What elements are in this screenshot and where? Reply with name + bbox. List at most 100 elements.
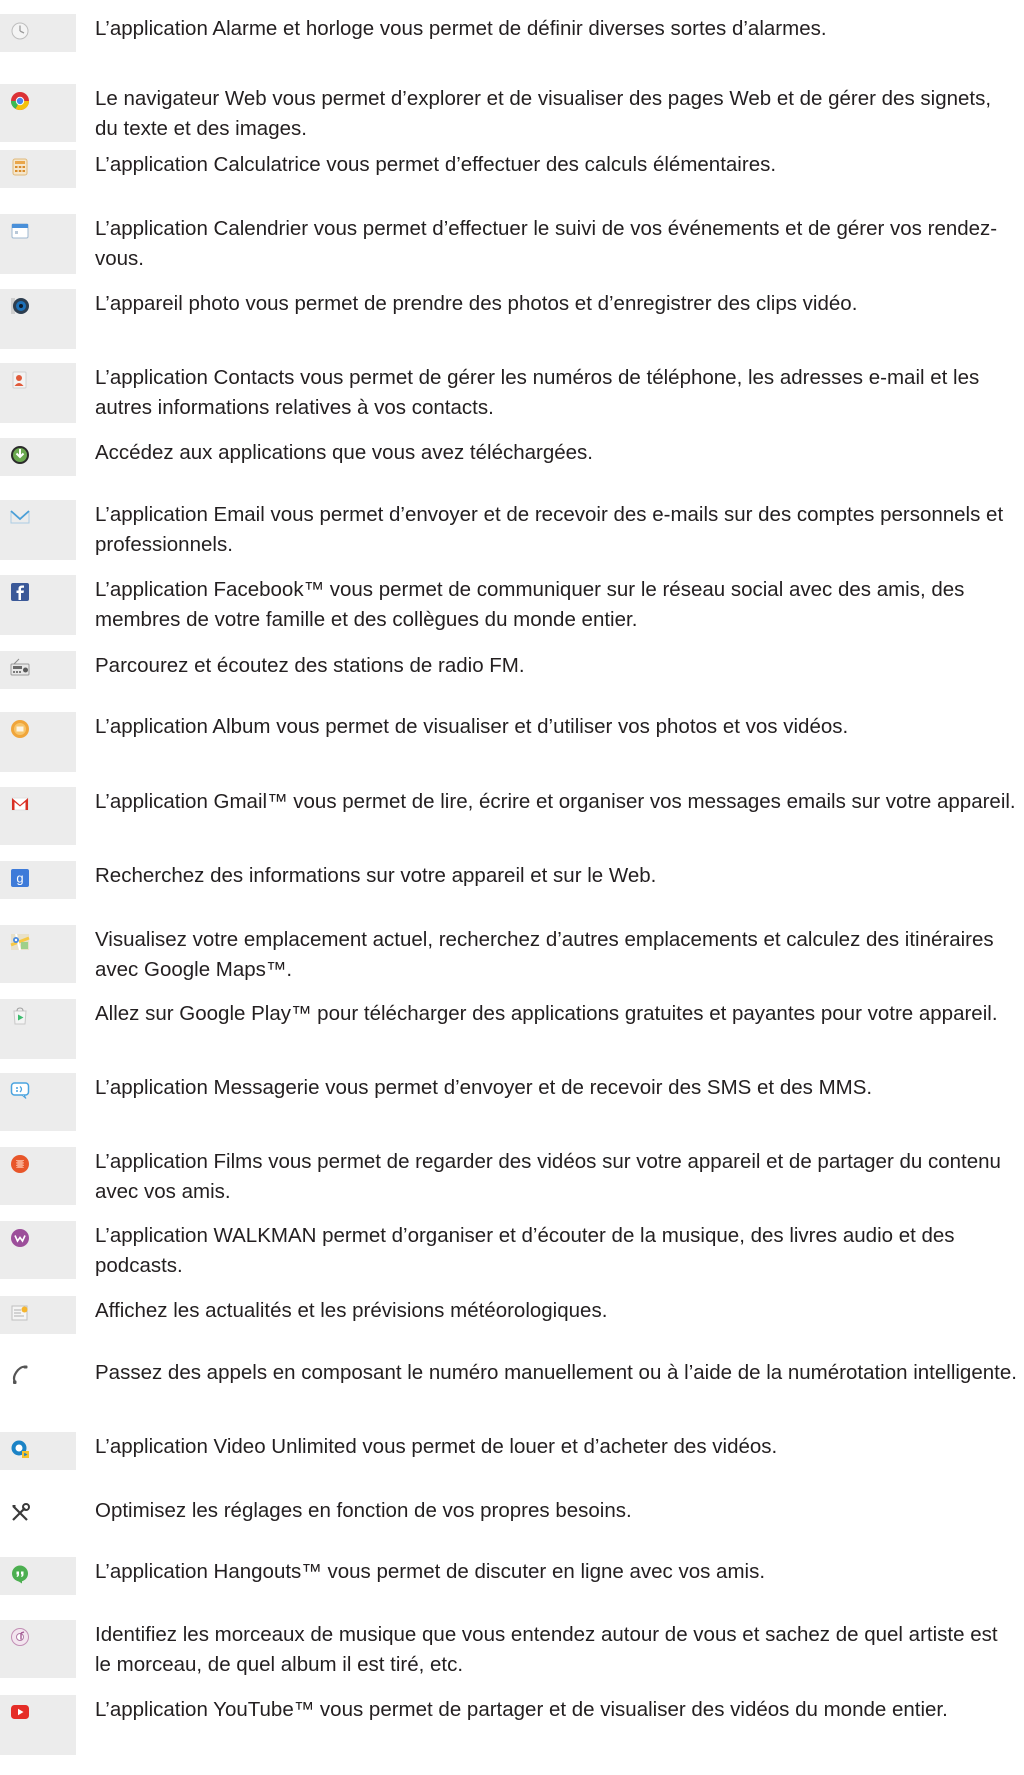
contacts-icon <box>12 371 27 389</box>
item-description: L’application Calendrier vous permet d’e… <box>95 217 998 270</box>
list-item: Allez sur Google Play™ pour télécharger … <box>0 999 1024 1059</box>
trackid-icon <box>11 1628 29 1646</box>
item-description: L’application Facebook™ vous permet de c… <box>95 578 965 631</box>
list-item: L’application Email vous permet d’envoye… <box>0 500 1024 560</box>
item-description: Affichez les actualités et les prévision… <box>95 1299 608 1322</box>
item-description: L’application Messagerie vous permet d’e… <box>95 1076 873 1099</box>
icon-cell <box>0 1147 76 1205</box>
fm-radio-icon <box>10 658 30 676</box>
messaging-icon <box>10 1082 30 1099</box>
settings-tools-icon <box>12 1503 30 1521</box>
downloads-icon <box>11 446 29 464</box>
list-item: Identifiez les morceaux de musique que v… <box>0 1620 1024 1678</box>
item-description: Optimisez les réglages en fonction de vo… <box>95 1499 632 1522</box>
list-item: L’application WALKMAN permet d’organiser… <box>0 1221 1024 1279</box>
icon-cell <box>0 1073 76 1131</box>
video-unlimited-icon <box>11 1440 29 1458</box>
item-description: Recherchez des informations sur votre ap… <box>95 864 657 887</box>
list-item: L’application Album vous permet de visua… <box>0 712 1024 772</box>
list-item: L’application Video Unlimited vous perme… <box>0 1432 1024 1470</box>
camera-icon <box>11 298 29 314</box>
calculator-icon <box>12 158 28 176</box>
item-description: Visualisez votre emplacement actuel, rec… <box>95 928 994 981</box>
list-item: L’application Calendrier vous permet d’e… <box>0 214 1024 274</box>
clock-icon <box>11 22 29 40</box>
icon-cell <box>0 150 76 188</box>
icon-cell <box>0 1496 76 1534</box>
list-item: L’application Films vous permet de regar… <box>0 1147 1024 1205</box>
list-item: L’application Contacts vous permet de gé… <box>0 363 1024 423</box>
list-item: Parcourez et écoutez des stations de rad… <box>0 651 1024 689</box>
list-item: g Recherchez des informations sur votre a… <box>0 861 1024 899</box>
gmail-icon <box>11 797 29 811</box>
icon-cell <box>0 575 76 635</box>
item-description: L’application YouTube™ vous permet de pa… <box>95 1698 948 1721</box>
list-item: Le navigateur Web vous permet d’explorer… <box>0 84 1024 142</box>
item-description: L’appareil photo vous permet de prendre … <box>95 292 858 315</box>
list-item: L’application Facebook™ vous permet de c… <box>0 575 1024 635</box>
google-search-icon: g <box>11 869 29 887</box>
hangouts-icon <box>12 1565 28 1584</box>
icon-cell <box>0 1296 76 1334</box>
list-item: Passez des appels en composant le numéro… <box>0 1358 1024 1416</box>
list-item: L’application YouTube™ vous permet de pa… <box>0 1695 1024 1755</box>
item-description: L’application WALKMAN permet d’organiser… <box>95 1224 955 1277</box>
list-item: L’application Alarme et horloge vous per… <box>0 14 1024 52</box>
play-store-icon <box>13 1007 27 1025</box>
list-item: L’application Hangouts™ vous permet de d… <box>0 1557 1024 1595</box>
icon-cell <box>0 925 76 983</box>
svg-text:g: g <box>16 871 23 886</box>
icon-cell <box>0 651 76 689</box>
item-description: Le navigateur Web vous permet d’explorer… <box>95 87 992 140</box>
icon-cell <box>0 1557 76 1595</box>
list-item: Affichez les actualités et les prévision… <box>0 1296 1024 1334</box>
icon-cell <box>0 438 76 476</box>
email-icon <box>10 510 30 524</box>
list-item: Visualisez votre emplacement actuel, rec… <box>0 925 1024 983</box>
item-description: L’application Alarme et horloge vous per… <box>95 17 827 40</box>
browser-icon <box>10 92 30 111</box>
list-item: Accédez aux applications que vous avez t… <box>0 438 1024 476</box>
item-description: L’application Album vous permet de visua… <box>95 715 849 738</box>
icon-cell <box>0 1695 76 1755</box>
youtube-icon <box>11 1705 29 1719</box>
list-item: L’application Messagerie vous permet d’e… <box>0 1073 1024 1131</box>
icon-cell <box>0 1221 76 1279</box>
item-description: L’application Gmail™ vous permet de lire… <box>95 790 1016 813</box>
icon-cell <box>0 500 76 560</box>
icon-cell <box>0 214 76 274</box>
item-description: Passez des appels en composant le numéro… <box>95 1361 1017 1384</box>
icon-cell <box>0 84 76 142</box>
news-weather-icon <box>11 1305 28 1321</box>
item-description: Allez sur Google Play™ pour télécharger … <box>95 1002 998 1025</box>
icon-cell <box>0 999 76 1059</box>
movies-icon <box>11 1155 29 1173</box>
list-item: L’appareil photo vous permet de prendre … <box>0 289 1024 349</box>
maps-icon <box>10 933 30 951</box>
facebook-icon <box>11 583 29 601</box>
icon-cell <box>0 1620 76 1678</box>
icon-cell <box>0 14 76 52</box>
list-item: L’application Calculatrice vous permet d… <box>0 150 1024 188</box>
item-description: Parcourez et écoutez des stations de rad… <box>95 654 525 677</box>
icon-cell <box>0 1358 76 1416</box>
icon-cell <box>0 1432 76 1470</box>
item-description: L’application Calculatrice vous permet d… <box>95 153 777 176</box>
icon-cell: g <box>0 861 76 899</box>
item-description: L’application Contacts vous permet de gé… <box>95 366 980 419</box>
walkman-icon <box>11 1229 29 1247</box>
icon-cell <box>0 363 76 423</box>
item-description: L’application Video Unlimited vous perme… <box>95 1435 778 1458</box>
album-icon <box>11 720 29 738</box>
icon-cell <box>0 289 76 349</box>
item-description: L’application Email vous permet d’envoye… <box>95 503 1004 556</box>
calendar-icon <box>11 223 29 239</box>
icon-cell <box>0 787 76 845</box>
item-description: Accédez aux applications que vous avez t… <box>95 441 594 464</box>
item-description: L’application Hangouts™ vous permet de d… <box>95 1560 766 1583</box>
list-item: L’application Gmail™ vous permet de lire… <box>0 787 1024 845</box>
item-description: L’application Films vous permet de regar… <box>95 1150 1001 1203</box>
item-description: Identifiez les morceaux de musique que v… <box>95 1623 998 1676</box>
icon-cell <box>0 712 76 772</box>
list-item: Optimisez les réglages en fonction de vo… <box>0 1496 1024 1534</box>
